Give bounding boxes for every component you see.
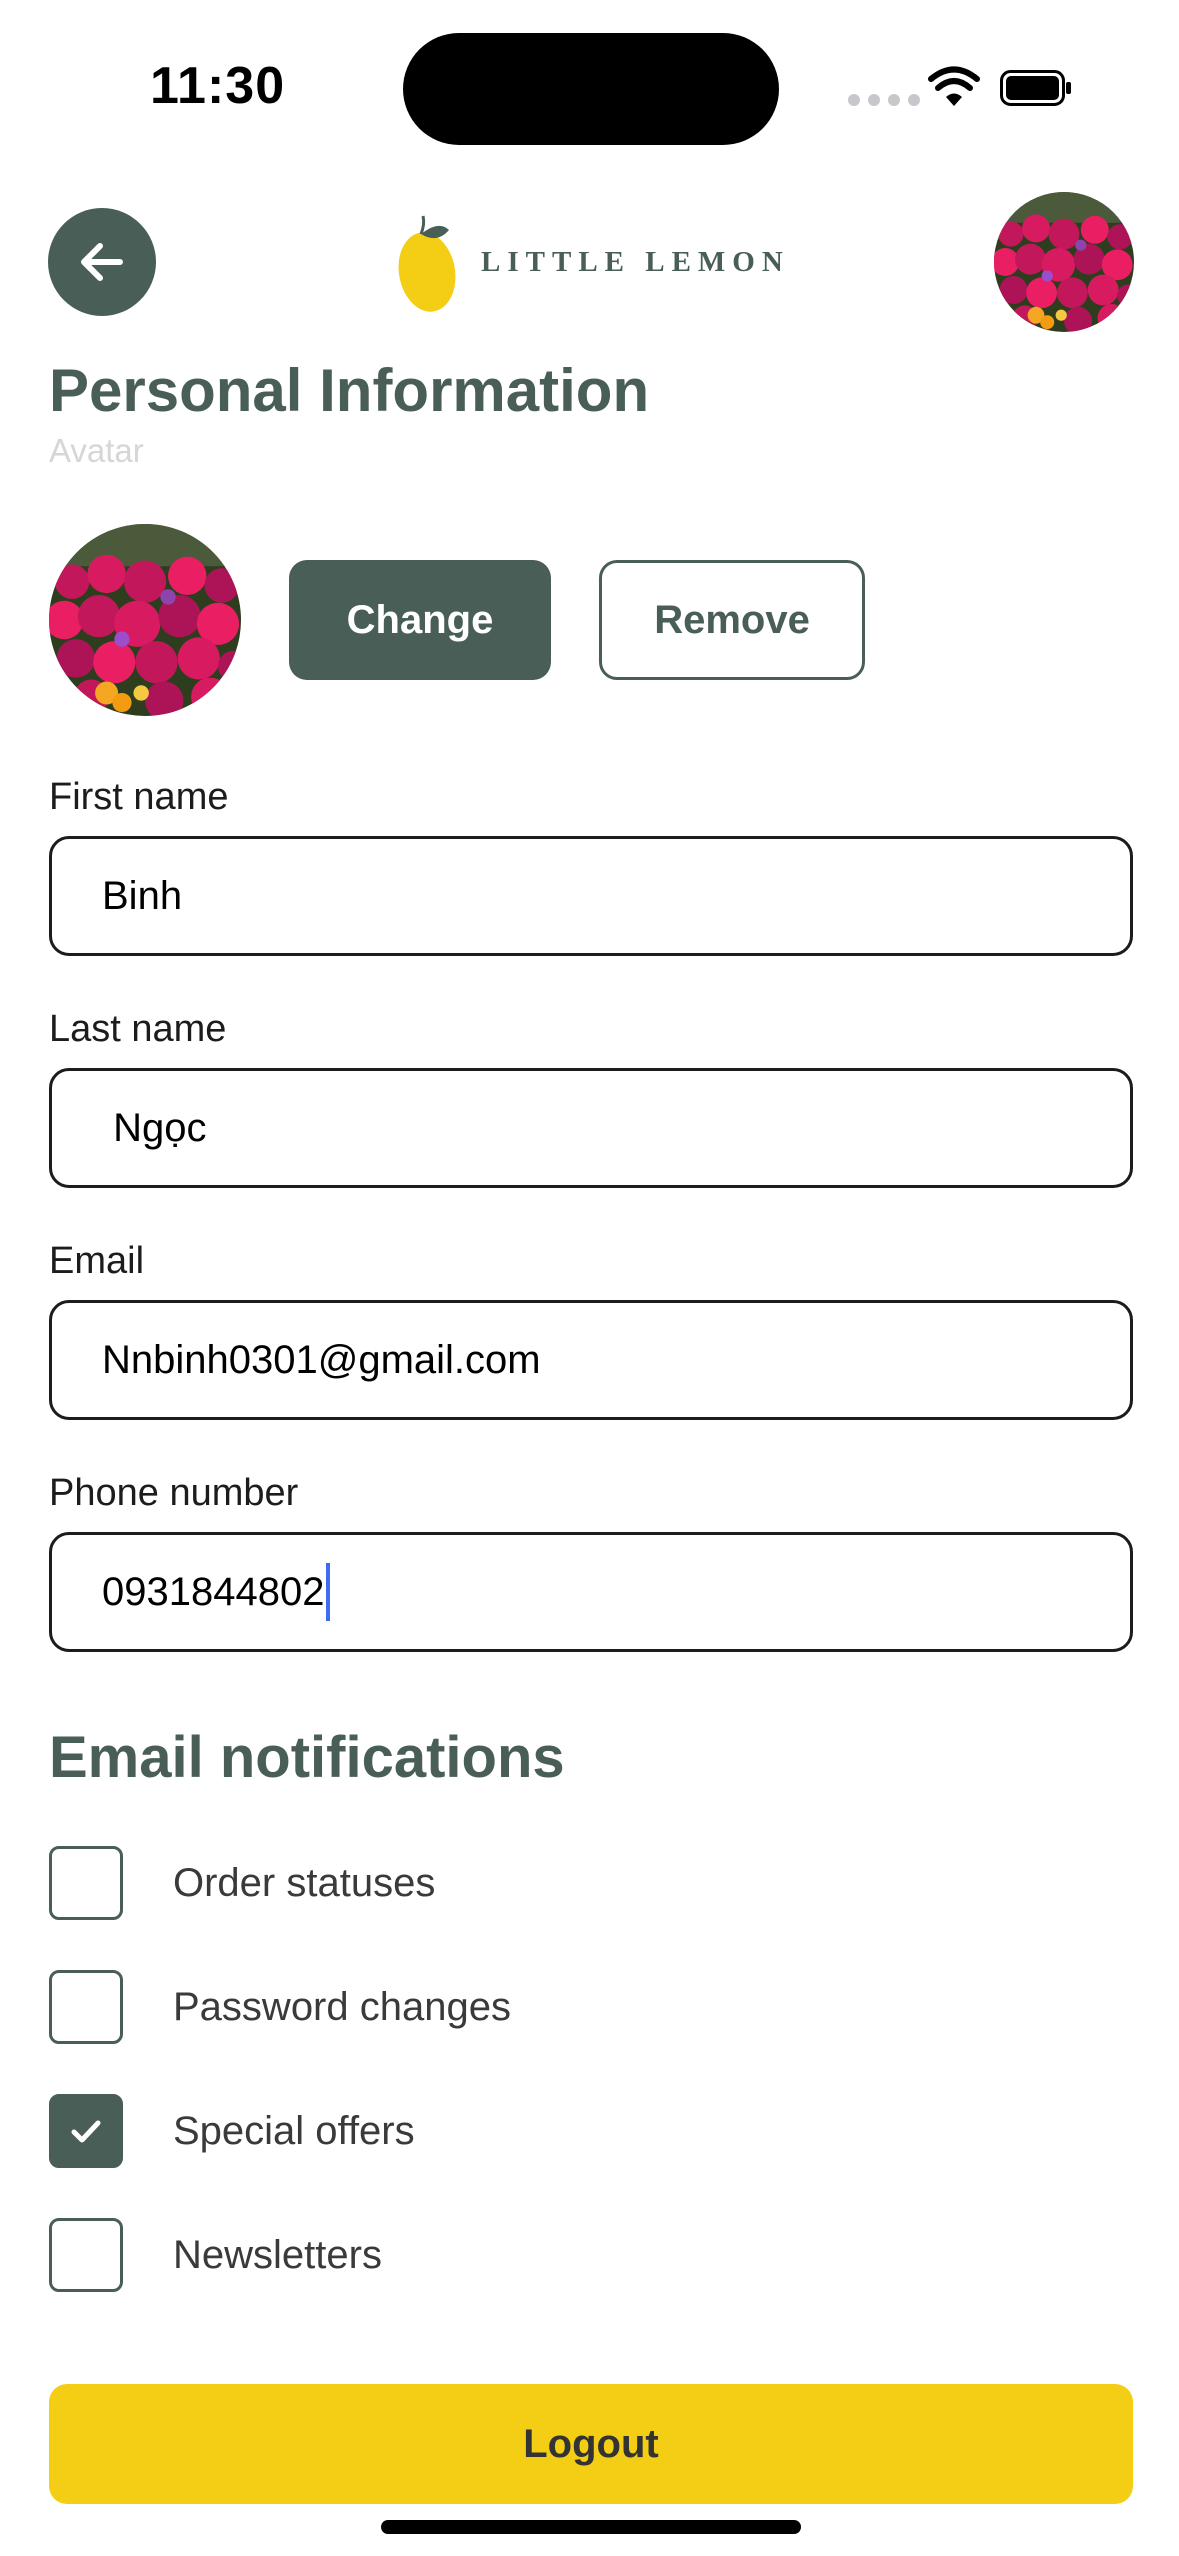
status-time: 11:30 bbox=[150, 57, 286, 115]
checkmark-icon bbox=[71, 2120, 101, 2143]
phone-value: 0931844802 bbox=[102, 1569, 325, 1614]
phone-label: Phone number bbox=[49, 1472, 299, 1514]
cellular-signal-icon bbox=[848, 94, 920, 106]
email-label: Email bbox=[49, 1240, 145, 1282]
avatar-label: Avatar bbox=[49, 432, 144, 469]
wifi-icon bbox=[928, 66, 980, 106]
checkbox-newsletters[interactable]: Newsletters bbox=[49, 2218, 382, 2292]
logout-button[interactable]: Logout bbox=[49, 2384, 1133, 2504]
battery-icon bbox=[1000, 70, 1071, 106]
first-name-label: First name bbox=[49, 776, 229, 818]
first-name-field[interactable]: Binh bbox=[49, 836, 1133, 956]
checkbox-box[interactable] bbox=[49, 2094, 123, 2168]
logo-text: LITTLE LEMON bbox=[481, 245, 790, 278]
email-notifications-title: Email notifications bbox=[49, 1725, 565, 1790]
checkbox-box[interactable] bbox=[49, 1970, 123, 2044]
phone-field[interactable]: 0931844802 bbox=[49, 1532, 1133, 1652]
back-button[interactable] bbox=[48, 208, 156, 316]
first-name-value: Binh bbox=[102, 873, 183, 918]
text-caret bbox=[326, 1563, 331, 1621]
email-value: Nnbinh0301@gmail.com bbox=[102, 1337, 541, 1382]
checkbox-label: Order statuses bbox=[173, 1860, 436, 1905]
arrow-left-icon bbox=[81, 243, 123, 281]
little-lemon-logo: LITTLE LEMON bbox=[395, 210, 790, 314]
checkbox-label: Newsletters bbox=[173, 2232, 382, 2277]
remove-avatar-button[interactable]: Remove bbox=[599, 560, 865, 680]
checkbox-password-changes[interactable]: Password changes bbox=[49, 1970, 511, 2044]
last-name-label: Last name bbox=[49, 1008, 227, 1050]
header-avatar[interactable] bbox=[994, 192, 1134, 332]
lemon-icon bbox=[398, 215, 456, 312]
checkbox-order-statuses[interactable]: Order statuses bbox=[49, 1846, 435, 1920]
last-name-value: Ngọc bbox=[102, 1105, 207, 1150]
checkbox-special-offers[interactable]: Special offers bbox=[49, 2094, 415, 2168]
home-indicator bbox=[381, 2520, 801, 2534]
checkbox-label: Special offers bbox=[173, 2108, 415, 2153]
email-field[interactable]: Nnbinh0301@gmail.com bbox=[49, 1300, 1133, 1420]
last-name-field[interactable]: Ngọc bbox=[49, 1068, 1133, 1188]
dynamic-island bbox=[403, 33, 779, 145]
checkbox-label: Password changes bbox=[173, 1984, 511, 2029]
change-avatar-button[interactable]: Change bbox=[289, 560, 551, 680]
profile-avatar bbox=[49, 524, 241, 716]
checkbox-box[interactable] bbox=[49, 2218, 123, 2292]
checkbox-box[interactable] bbox=[49, 1846, 123, 1920]
page-title: Personal Information bbox=[49, 357, 650, 424]
